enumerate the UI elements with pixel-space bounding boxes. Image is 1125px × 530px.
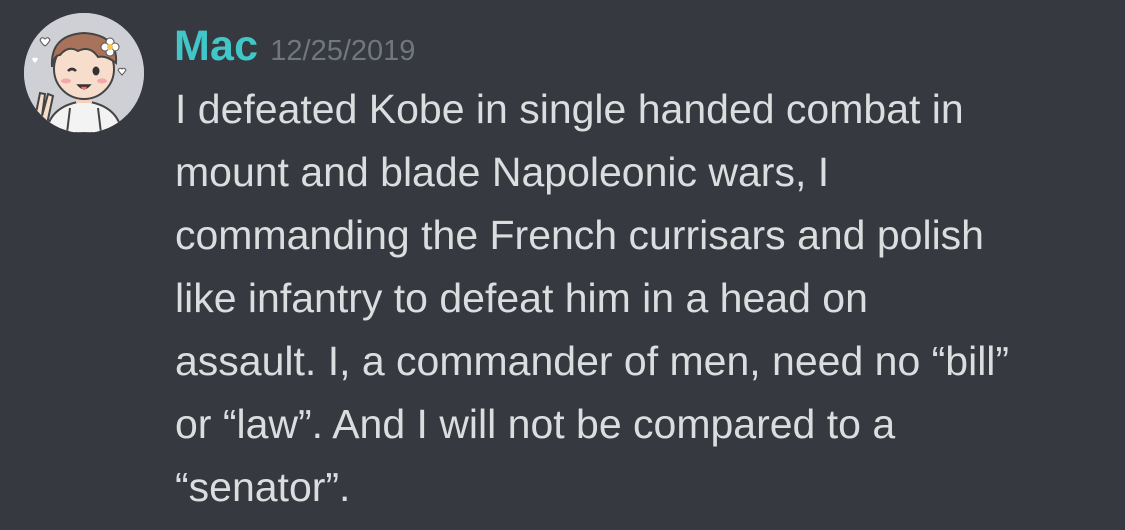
message-line: mount and blade Napoleonic wars, I bbox=[175, 149, 830, 195]
message-line: like infantry to defeat him in a head on bbox=[175, 275, 868, 321]
message-header: Mac 12/25/2019 bbox=[174, 18, 415, 74]
message-line: commanding the French currisars and poli… bbox=[175, 212, 984, 258]
timestamp: 12/25/2019 bbox=[270, 35, 416, 67]
message-line: or “law”. And I will not be compared to … bbox=[175, 401, 896, 447]
message-line: “senator”. bbox=[175, 464, 351, 510]
chat-message: Mac 12/25/2019 I defeated Kobe in single… bbox=[0, 0, 1125, 530]
message-line: assault. I, a commander of men, need no … bbox=[175, 338, 1010, 384]
avatar[interactable] bbox=[24, 13, 144, 133]
username[interactable]: Mac bbox=[174, 18, 258, 74]
avatar-illustration-icon bbox=[24, 13, 144, 133]
message-line: I defeated Kobe in single handed combat … bbox=[175, 86, 964, 132]
message-content: I defeated Kobe in single handed combat … bbox=[175, 78, 1095, 519]
